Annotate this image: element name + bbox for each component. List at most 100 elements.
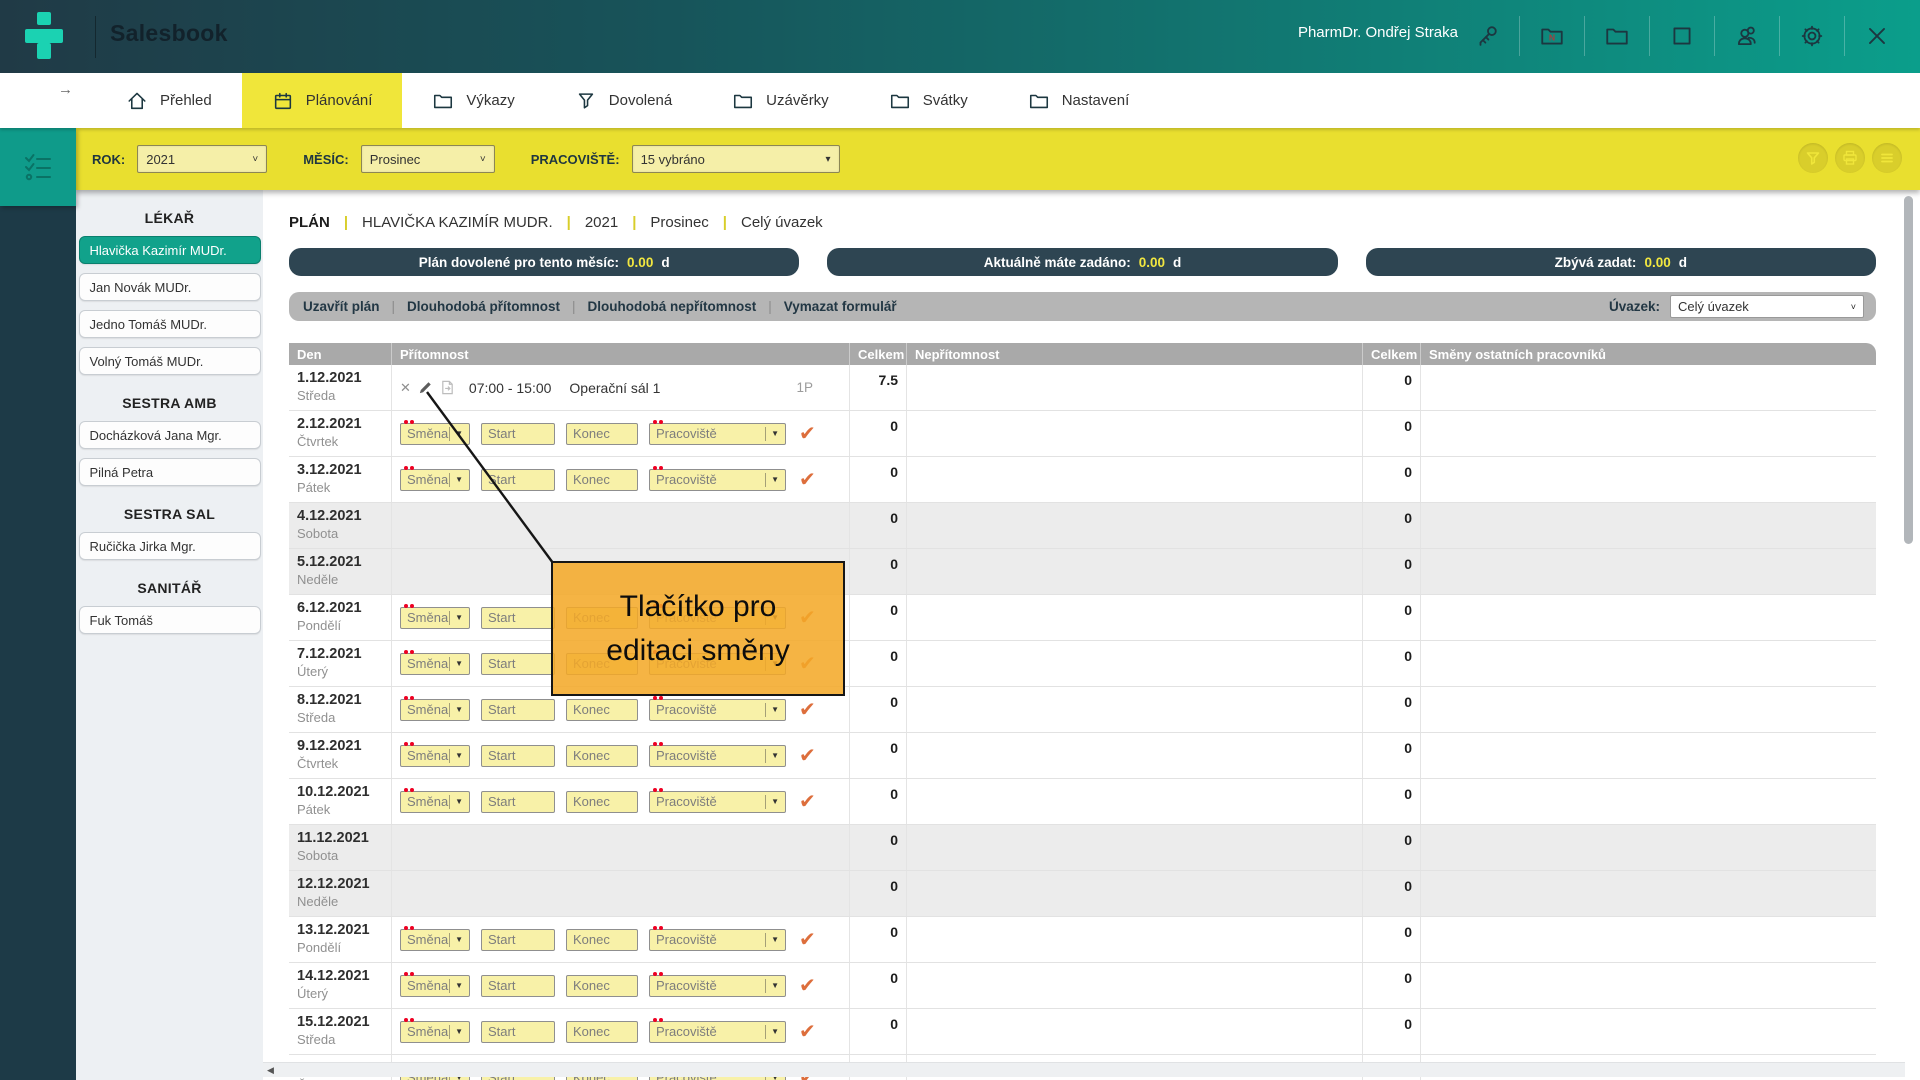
workplace-row-select[interactable]: Pracoviště▼ [649, 699, 786, 721]
staff-item[interactable]: Docházková Jana Mgr. [79, 421, 261, 449]
shift-select[interactable]: Směna▼ [400, 607, 470, 629]
user-name[interactable]: PharmDr. Ondřej Straka [1298, 24, 1458, 41]
chevron-down-icon: ▼ [765, 979, 779, 993]
start-input[interactable]: Start [481, 975, 555, 997]
shift-select[interactable]: Směna▼ [400, 745, 470, 767]
tab-dovolena[interactable]: Dovolená [545, 73, 702, 128]
shift-select[interactable]: Směna▼ [400, 469, 470, 491]
shift-select[interactable]: Směna▼ [400, 423, 470, 445]
confirm-check-icon[interactable]: ✔ [799, 467, 816, 492]
month-select[interactable]: Prosinec ˅ [361, 145, 495, 173]
folder-icon[interactable] [1602, 21, 1632, 51]
start-input[interactable]: Start [481, 607, 555, 629]
workplace-row-select[interactable]: Pracoviště▼ [649, 929, 786, 951]
checklist-panel-button[interactable] [0, 128, 76, 206]
end-input[interactable]: Konec [566, 469, 638, 491]
confirm-check-icon[interactable]: ✔ [799, 927, 816, 952]
shift-select[interactable]: Směna▼ [400, 1021, 470, 1043]
staff-item[interactable]: Pilná Petra [79, 458, 261, 486]
tab-uzaverky[interactable]: Uzávěrky [702, 73, 859, 128]
start-input[interactable]: Start [481, 469, 555, 491]
start-input[interactable]: Start [481, 929, 555, 951]
end-input[interactable]: Konec [566, 745, 638, 767]
square-icon[interactable] [1667, 21, 1697, 51]
toolbar-separator: | [768, 299, 772, 314]
filter-button[interactable] [1798, 143, 1828, 173]
close-icon[interactable] [1862, 21, 1892, 51]
icon-divider [1779, 16, 1780, 56]
end-input[interactable]: Konec [566, 423, 638, 445]
confirm-check-icon[interactable]: ✔ [799, 697, 816, 722]
tab-svatky[interactable]: Svátky [859, 73, 998, 128]
confirm-check-icon[interactable]: ✔ [799, 973, 816, 998]
horizontal-scrollbar[interactable]: ◀ [263, 1062, 1905, 1077]
shift-select[interactable]: Směna▼ [400, 929, 470, 951]
key-icon[interactable] [1472, 21, 1502, 51]
confirm-check-icon[interactable]: ✔ [799, 605, 816, 630]
copy-shift-icon[interactable] [440, 380, 455, 395]
end-input[interactable]: Konec [566, 975, 638, 997]
staff-item[interactable]: Jedno Tomáš MUDr. [79, 310, 261, 338]
toolbar-link[interactable]: Vymazat formulář [784, 299, 897, 314]
confirm-check-icon[interactable]: ✔ [799, 651, 816, 676]
start-input[interactable]: Start [481, 653, 555, 675]
vertical-scrollbar[interactable] [1904, 196, 1913, 544]
confirm-check-icon[interactable]: ✔ [799, 789, 816, 814]
plan-toolbar: Uzavřít plán|Dlouhodobá přítomnost|Dlouh… [289, 292, 1876, 321]
workplace-row-select[interactable]: Pracoviště▼ [649, 791, 786, 813]
shift-select[interactable]: Směna▼ [400, 975, 470, 997]
workplace-row-select[interactable]: Pracoviště▼ [649, 653, 786, 675]
uvazek-select[interactable]: Celý úvazek ˅ [1670, 295, 1864, 318]
workplace-row-select[interactable]: Pracoviště▼ [649, 469, 786, 491]
tab-vykazy[interactable]: Výkazy [402, 73, 544, 128]
breadcrumb-separator: | [344, 214, 348, 231]
tab-nastaveni[interactable]: Nastavení [998, 73, 1160, 128]
toolbar-link[interactable]: Dlouhodobá přítomnost [407, 299, 560, 314]
day-cell: 14.12.2021 Úterý [289, 963, 392, 1008]
toolbar-link[interactable]: Uzavřít plán [303, 299, 380, 314]
workplace-row-select[interactable]: Pracoviště▼ [649, 975, 786, 997]
end-input[interactable]: Konec [566, 653, 638, 675]
start-input[interactable]: Start [481, 745, 555, 767]
shift-select[interactable]: Směna▼ [400, 699, 470, 721]
workplace-row-select[interactable]: Pracoviště▼ [649, 423, 786, 445]
confirm-check-icon[interactable]: ✔ [799, 421, 816, 446]
shift-select[interactable]: Směna▼ [400, 791, 470, 813]
confirm-check-icon[interactable]: ✔ [799, 743, 816, 768]
end-input[interactable]: Konec [566, 1021, 638, 1043]
start-input[interactable]: Start [481, 423, 555, 445]
gear-icon[interactable] [1797, 21, 1827, 51]
start-input[interactable]: Start [481, 1021, 555, 1043]
printer-button[interactable] [1835, 143, 1865, 173]
menu-button[interactable] [1872, 143, 1902, 173]
staff-item[interactable]: Hlavička Kazimír MUDr. [79, 236, 261, 264]
year-select[interactable]: 2021 ˅ [137, 145, 267, 173]
end-input[interactable]: Konec [566, 607, 638, 629]
end-input[interactable]: Konec [566, 929, 638, 951]
toolbar-link[interactable]: Dlouhodobá nepřítomnost [588, 299, 757, 314]
workplace-row-select[interactable]: Pracoviště▼ [649, 1021, 786, 1043]
nav-arrow-icon[interactable]: → [58, 81, 73, 98]
staff-item[interactable]: Jan Novák MUDr. [79, 273, 261, 301]
total-cell: 0 [850, 779, 907, 824]
scroll-left-arrow-icon[interactable]: ◀ [267, 1065, 274, 1076]
staff-item[interactable]: Ručička Jirka Mgr. [79, 532, 261, 560]
confirm-check-icon[interactable]: ✔ [799, 1019, 816, 1044]
folder-n-icon[interactable]: N [1537, 21, 1567, 51]
staff-item[interactable]: Volný Tomáš MUDr. [79, 347, 261, 375]
users-icon[interactable] [1732, 21, 1762, 51]
tab-prehled[interactable]: Přehled [96, 73, 242, 128]
tab-planovani[interactable]: Plánování [242, 73, 403, 128]
start-input[interactable]: Start [481, 791, 555, 813]
end-input[interactable]: Konec [566, 791, 638, 813]
staff-item[interactable]: Fuk Tomáš [79, 606, 261, 634]
workplace-row-select[interactable]: Pracoviště▼ [649, 607, 786, 629]
edit-shift-icon[interactable] [418, 380, 433, 395]
end-input[interactable]: Konec [566, 699, 638, 721]
required-marker [653, 696, 657, 700]
workplace-select[interactable]: 15 vybráno ▾ [632, 145, 840, 173]
shift-select[interactable]: Směna▼ [400, 653, 470, 675]
start-input[interactable]: Start [481, 699, 555, 721]
workplace-row-select[interactable]: Pracoviště▼ [649, 745, 786, 767]
delete-shift-icon[interactable]: ✕ [400, 381, 411, 394]
